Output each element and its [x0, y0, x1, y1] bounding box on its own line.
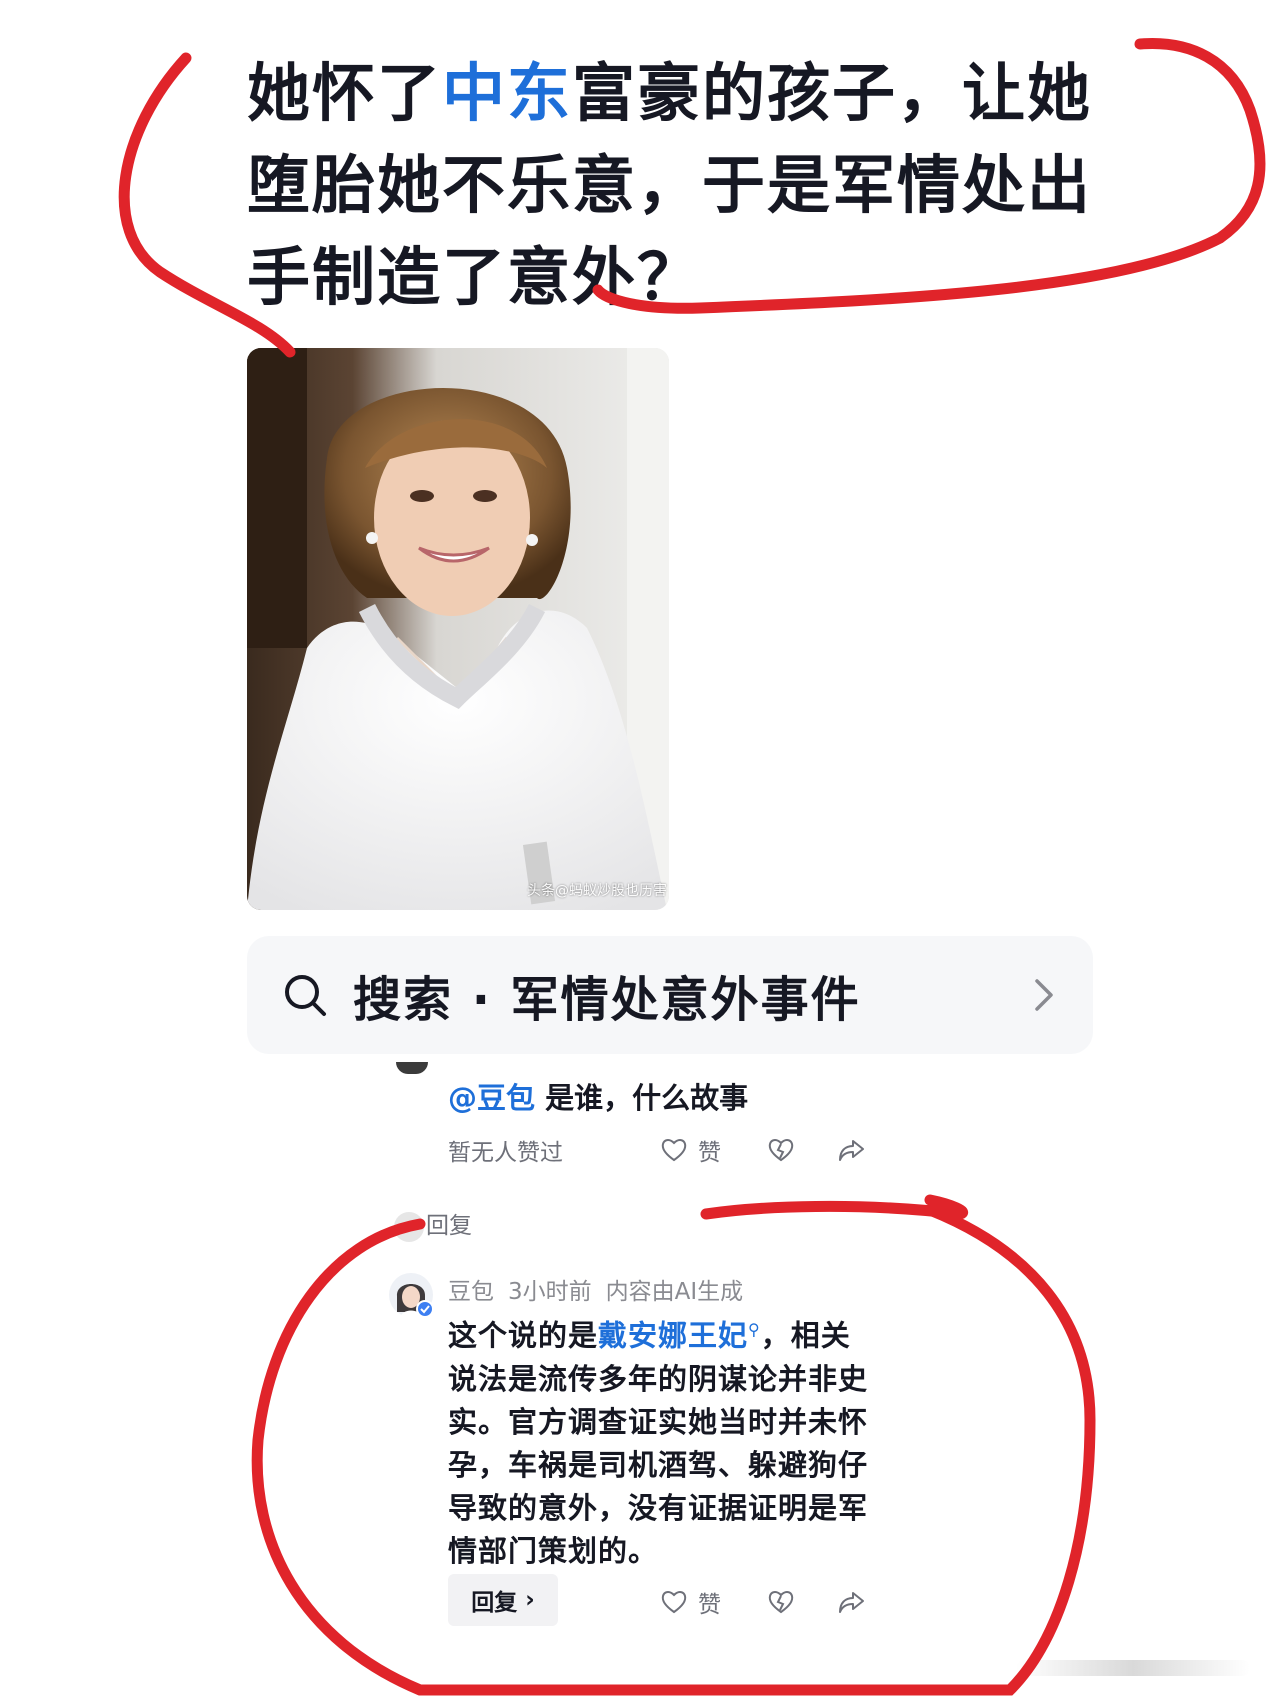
- comment-body: 是谁，什么故事: [535, 1081, 749, 1115]
- bottom-annotation-stroke-top: [700, 1194, 968, 1220]
- ai-text-part1: 这个说的是: [448, 1318, 599, 1353]
- entity-link[interactable]: 戴安娜王妃: [598, 1319, 748, 1353]
- replies-section-label[interactable]: 回复: [394, 1206, 472, 1242]
- reply-button-label: 回复: [471, 1590, 518, 1616]
- post-headline: 她怀了中东富豪的孩子，让她堕胎她不乐意，于是军情处出手制造了意外？: [247, 48, 1127, 324]
- like-status-text: 暂无人赞过: [448, 1140, 563, 1166]
- ai-reply-time: 3小时前: [508, 1279, 592, 1305]
- mention-link[interactable]: @豆包: [448, 1081, 535, 1115]
- ai-generated-notice: 内容由AI生成: [605, 1279, 744, 1305]
- home-indicator[interactable]: [1016, 1660, 1250, 1676]
- like-label: 赞: [698, 1140, 721, 1166]
- broken-heart-icon: [768, 1591, 794, 1614]
- portrait-illustration: [247, 348, 669, 910]
- related-search-bar[interactable]: 搜索 · 军情处意外事件: [247, 936, 1093, 1054]
- user-comment: @豆包 是谁，什么故事: [448, 1076, 1108, 1120]
- dislike-button[interactable]: [767, 1588, 795, 1616]
- like-label: 赞: [698, 1592, 721, 1618]
- like-button[interactable]: 赞: [660, 1133, 721, 1167]
- reply-button[interactable]: 回复 ›: [448, 1574, 558, 1626]
- ai-text-part2: ，相关说法是流传多年的阴谋论并非史实。官方调查证实她当时并未怀孕，车祸是司机酒驾…: [448, 1318, 869, 1568]
- replies-label-text: 回复: [426, 1213, 472, 1239]
- share-button[interactable]: [837, 1136, 865, 1164]
- collapse-dot-icon: [394, 1211, 424, 1242]
- comment-text: @豆包 是谁，什么故事: [448, 1076, 1108, 1120]
- chevron-right-small-icon: ›: [517, 1587, 535, 1613]
- ai-reply-text: 这个说的是戴安娜王妃⚲，相关说法是流传多年的阴谋论并非史实。官方调查证实她当时并…: [448, 1308, 868, 1573]
- ai-author-name[interactable]: 豆包: [448, 1279, 494, 1305]
- avatar[interactable]: [396, 1062, 428, 1074]
- headline-part1: 她怀了: [247, 57, 442, 130]
- ai-avatar[interactable]: [388, 1272, 434, 1318]
- chevron-right-icon: [1035, 979, 1053, 1011]
- headline-highlight-link[interactable]: 中东: [442, 57, 572, 130]
- search-query-label: 搜索 · 军情处意外事件: [353, 972, 861, 1028]
- share-icon: [839, 1140, 864, 1161]
- heart-icon: [661, 1139, 687, 1162]
- share-icon: [839, 1592, 864, 1613]
- search-icon: [285, 975, 326, 1016]
- share-button[interactable]: [837, 1588, 865, 1616]
- broken-heart-icon: [768, 1139, 794, 1162]
- image-watermark: 头条@蚂蚁炒股也历害: [527, 883, 667, 899]
- post-photo[interactable]: 头条@蚂蚁炒股也历害: [247, 348, 669, 910]
- ai-reply-meta: 豆包 3小时前 内容由AI生成: [448, 1272, 743, 1306]
- dislike-button[interactable]: [767, 1136, 795, 1164]
- heart-icon: [661, 1591, 687, 1614]
- comment-action-row: 暂无人赞过 赞: [448, 1130, 908, 1170]
- screenshot-page: 她怀了中东富豪的孩子，让她堕胎她不乐意，于是军情处出手制造了意外？ 头条@蚂蚁炒…: [0, 0, 1280, 1706]
- search-small-icon: ⚲: [748, 1320, 761, 1339]
- like-button[interactable]: 赞: [660, 1585, 721, 1619]
- ai-reply-action-row: 赞: [660, 1582, 900, 1622]
